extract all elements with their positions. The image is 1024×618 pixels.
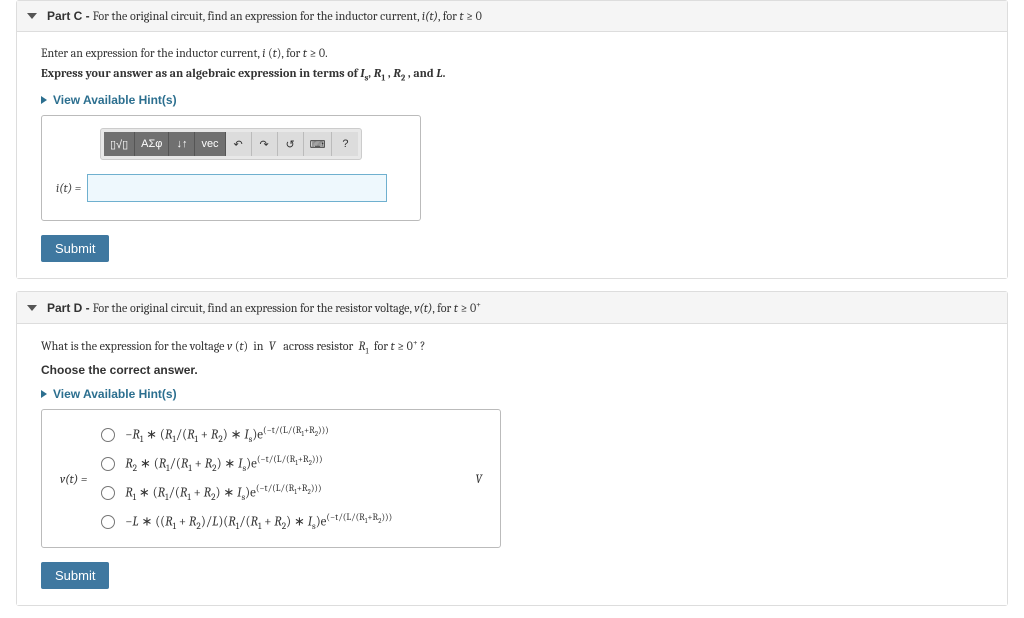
expression-label: i(t) =: [56, 181, 81, 195]
part-c-hint-toggle[interactable]: View Available Hint(s): [41, 93, 983, 107]
greek-button[interactable]: ΑΣφ: [135, 132, 169, 156]
part-c-answer-box: ▯√▯ ΑΣφ ↓↑ vec ↶ ↷ ↺ ⌨ ? i(t) =: [41, 115, 421, 221]
choice-radio-4[interactable]: [101, 515, 115, 529]
part-c-instruction: Enter an expression for the inductor cur…: [41, 46, 983, 60]
hint-label: View Available Hint(s): [53, 93, 177, 107]
subsup-button[interactable]: ↓↑: [169, 132, 195, 156]
part-d-title-prefix: Part D -: [47, 301, 90, 315]
part-d-choice-box: v(t) = −R1 ∗ (R1/(R1 + R2) ∗ Is)e(−t/(L/…: [41, 409, 501, 549]
part-c-title-prefix: Part C -: [47, 9, 90, 23]
part-d-choose-line: Choose the correct answer.: [41, 363, 983, 377]
help-button[interactable]: ?: [332, 132, 358, 156]
keyboard-button[interactable]: ⌨: [304, 132, 333, 156]
hint-label: View Available Hint(s): [53, 387, 177, 401]
part-d-question: What is the expression for the voltage v…: [41, 338, 983, 356]
expression-row: i(t) =: [56, 174, 406, 202]
expression-input[interactable]: [87, 174, 387, 202]
choice-option-4[interactable]: −L ∗ ((R1 + R2)/L)(R1/(R1 + R2) ∗ Is)e(−…: [101, 513, 455, 532]
part-c-header[interactable]: Part C - For the original circuit, find …: [17, 1, 1007, 32]
choice-radio-2[interactable]: [101, 457, 115, 471]
choice-text-3: R1 ∗ (R1/(R1 + R2) ∗ Is)e(−t/(L/(R1+R2))…: [125, 484, 321, 503]
part-d-hint-toggle[interactable]: View Available Hint(s): [41, 387, 983, 401]
choice-radio-3[interactable]: [101, 486, 115, 500]
part-d-title-text: For the original circuit, find an expres…: [93, 300, 481, 315]
undo-button[interactable]: ↶: [226, 132, 252, 156]
choice-list: −R1 ∗ (R1/(R1 + R2) ∗ Is)e(−t/(L/(R1+R2)…: [101, 426, 455, 532]
part-d-collapse-caret-icon: [27, 305, 37, 311]
part-d: Part D - For the original circuit, find …: [16, 291, 1008, 606]
choice-radio-1[interactable]: [101, 428, 115, 442]
choice-option-2[interactable]: R2 ∗ (R1/(R1 + R2) ∗ Is)e(−t/(L/(R1+R2))…: [101, 455, 455, 474]
part-d-submit-button[interactable]: Submit: [41, 562, 109, 589]
part-c-body: Enter an expression for the inductor cur…: [17, 32, 1007, 278]
part-c-submit-button[interactable]: Submit: [41, 235, 109, 262]
choice-text-2: R2 ∗ (R1/(R1 + R2) ∗ Is)e(−t/(L/(R1+R2))…: [125, 455, 322, 474]
vec-button[interactable]: vec: [195, 132, 225, 156]
vt-label: v(t) =: [60, 472, 87, 486]
choice-option-3[interactable]: R1 ∗ (R1/(R1 + R2) ∗ Is)e(−t/(L/(R1+R2))…: [101, 484, 455, 503]
part-d-body: What is the expression for the voltage v…: [17, 324, 1007, 605]
part-c-title-text: For the original circuit, find an expres…: [93, 9, 482, 23]
choice-text-1: −R1 ∗ (R1/(R1 + R2) ∗ Is)e(−t/(L/(R1+R2)…: [125, 426, 329, 445]
choice-text-4: −L ∗ ((R1 + R2)/L)(R1/(R1 + R2) ∗ Is)e(−…: [125, 513, 392, 532]
part-d-header[interactable]: Part D - For the original circuit, find …: [17, 292, 1007, 324]
triangle-right-icon: [41, 390, 47, 398]
part-c-collapse-caret-icon: [27, 13, 37, 19]
redo-button[interactable]: ↷: [252, 132, 278, 156]
part-c-bold-instruction: Express your answer as an algebraic expr…: [41, 66, 983, 83]
reset-button[interactable]: ↺: [278, 132, 304, 156]
unit-label: V: [475, 472, 482, 486]
triangle-right-icon: [41, 96, 47, 104]
templates-button[interactable]: ▯√▯: [104, 132, 135, 156]
formula-toolbar: ▯√▯ ΑΣφ ↓↑ vec ↶ ↷ ↺ ⌨ ?: [100, 128, 362, 160]
choice-option-1[interactable]: −R1 ∗ (R1/(R1 + R2) ∗ Is)e(−t/(L/(R1+R2)…: [101, 426, 455, 445]
part-c: Part C - For the original circuit, find …: [16, 0, 1008, 279]
